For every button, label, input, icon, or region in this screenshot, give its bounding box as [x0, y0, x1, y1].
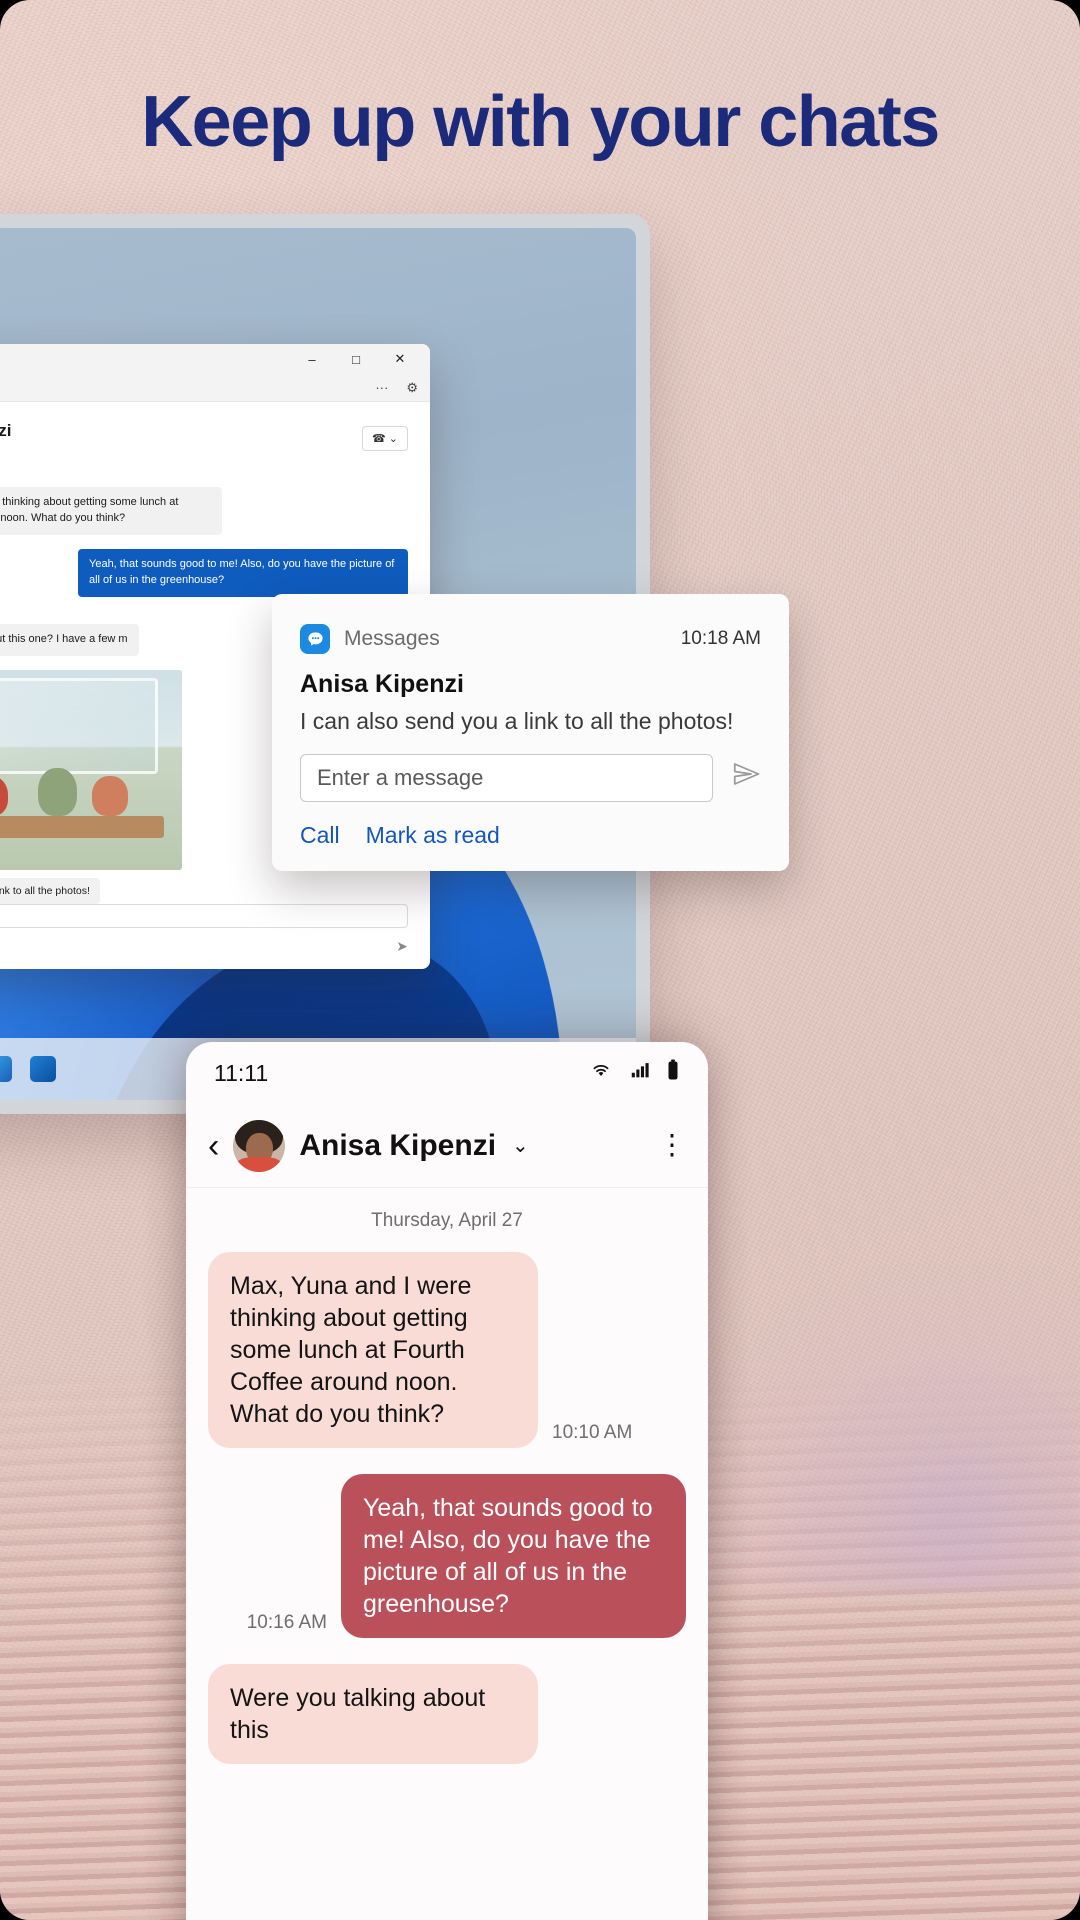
- promo-image: Keep up with your chats – □ ✕ ··· ⚙ zi ☎…: [0, 0, 1080, 1920]
- page-title: Keep up with your chats: [141, 82, 940, 162]
- sand-highlight: [660, 1260, 1080, 1590]
- signal-bars-icon: [628, 1059, 652, 1087]
- back-icon[interactable]: ‹: [208, 1129, 219, 1163]
- gear-icon[interactable]: ⚙: [406, 380, 418, 396]
- mark-as-read-button[interactable]: Mark as read: [366, 822, 500, 849]
- send-icon[interactable]: [731, 759, 761, 797]
- call-action-button[interactable]: Call: [300, 822, 340, 849]
- status-time: 11:11: [214, 1059, 269, 1086]
- message-row: 10:16 AM Yeah, that sounds good to me! A…: [208, 1474, 686, 1638]
- send-message-input[interactable]: Send a message: [0, 904, 408, 928]
- window-subbar[interactable]: ··· ⚙: [0, 374, 430, 402]
- message-sender: Anisa Kipenzi: [0, 611, 139, 621]
- store-icon[interactable]: [0, 1056, 12, 1082]
- close-button[interactable]: ✕: [378, 344, 422, 374]
- message-bubble-outgoing: Yeah, that sounds good to me! Also, do y…: [341, 1474, 686, 1638]
- message-attachment-photo[interactable]: [0, 669, 182, 870]
- toast-sender-name: Anisa Kipenzi: [300, 670, 464, 698]
- message-group-incoming: Anisa Kipenzi Max, Yuna and I were think…: [0, 474, 408, 535]
- message-bubble-incoming: Max, Yuna and I were thinking about gett…: [0, 487, 222, 535]
- message-row: Max, Yuna and I were thinking about gett…: [208, 1252, 686, 1448]
- date-separator: Thursday, April 27: [371, 1210, 523, 1231]
- message-bubble-outgoing: Yeah, that sounds good to me! Also, do y…: [78, 548, 408, 597]
- enter-message-input[interactable]: Enter a message: [300, 753, 713, 802]
- message-timestamp: 10:10 AM: [552, 1422, 633, 1443]
- message-row: Were you talking about this: [208, 1664, 686, 1764]
- message-bubble-incoming: Max, Yuna and I were thinking about gett…: [208, 1252, 538, 1448]
- more-options-icon[interactable]: ···: [375, 380, 388, 395]
- message-bubble-incoming: Were you talking about this one? I have …: [0, 623, 139, 656]
- composer-toolbar[interactable]: ☺ GIF ⛰ ➤: [0, 938, 408, 955]
- toast-reply-row[interactable]: Enter a message: [300, 753, 761, 802]
- avatar: [233, 1119, 286, 1172]
- phone-link-icon[interactable]: [30, 1056, 56, 1082]
- message-bubble-incoming: Were you talking about this: [208, 1664, 538, 1764]
- wifi-icon: [588, 1059, 614, 1087]
- toast-actions[interactable]: Call Mark as read: [300, 822, 761, 849]
- message-bubble-incoming: I can also send you a link to all the ph…: [0, 877, 100, 904]
- overflow-menu-icon[interactable]: ⋮: [658, 1131, 686, 1159]
- maximize-button[interactable]: □: [334, 344, 378, 374]
- toast-timestamp: 10:18 AM: [680, 628, 761, 649]
- toast-app-name: Messages: [344, 627, 440, 650]
- message-row: Anisa Kipenzi Max, Yuna and I were think…: [0, 474, 408, 535]
- conversation-header: Anisa Kipenzi (415) 555-0176 ☎ ⌄: [0, 420, 408, 456]
- composer[interactable]: Send a message ☺ GIF ⛰ ➤: [0, 904, 408, 955]
- chevron-down-icon: ⌄: [388, 432, 398, 445]
- message-timestamp: 10:16 AM: [246, 1612, 327, 1633]
- contact-phone: (415) 555-0176: [0, 443, 11, 455]
- minimize-button[interactable]: –: [290, 344, 334, 374]
- message-sender: Anisa Kipenzi: [0, 474, 222, 484]
- toast-header: Messages 10:18 AM: [300, 624, 761, 654]
- phone-status-bar: 11:11: [186, 1042, 708, 1104]
- toast-message-text: I can also send you a link to all the ph…: [300, 708, 734, 734]
- notification-toast[interactable]: Messages 10:18 AM Anisa Kipenzi I can al…: [272, 594, 789, 871]
- send-icon[interactable]: ➤: [396, 938, 408, 955]
- contact-name: Anisa Kipenzi: [0, 421, 12, 441]
- window-titlebar[interactable]: – □ ✕: [0, 344, 430, 374]
- phone-message-thread: Max, Yuna and I were thinking about gett…: [186, 1252, 708, 1764]
- messages-app-icon: [300, 624, 330, 654]
- call-button[interactable]: ☎ ⌄: [362, 425, 408, 451]
- phone-icon: ☎: [372, 432, 386, 445]
- chevron-down-icon[interactable]: ⌄: [512, 1133, 529, 1158]
- contact-name: Anisa Kipenzi: [299, 1128, 497, 1162]
- phone-conversation-header[interactable]: ‹ Anisa Kipenzi ⌄ ⋮: [186, 1104, 708, 1188]
- battery-full-icon: [666, 1058, 680, 1088]
- phone-device: 11:11 ‹ Anisa Kipenzi ⌄ ⋮ Thursday, Apri…: [186, 1042, 708, 1920]
